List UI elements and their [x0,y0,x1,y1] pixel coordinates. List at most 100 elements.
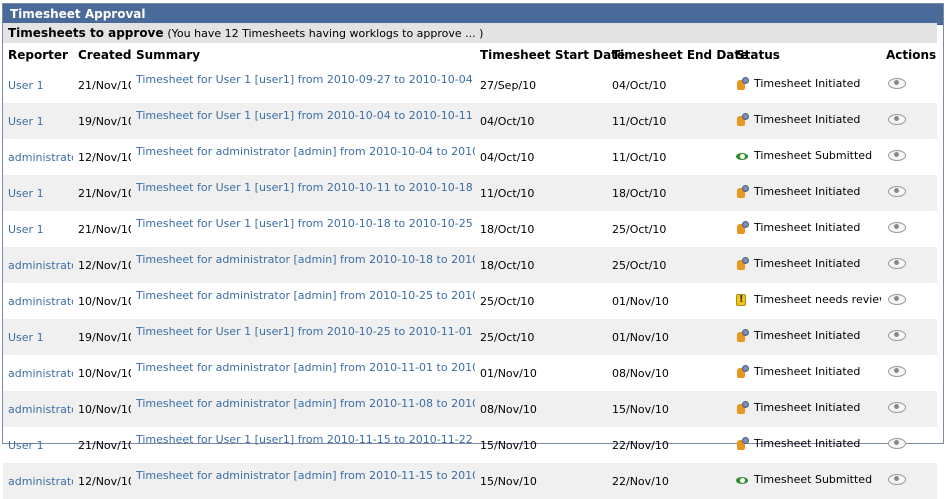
reporter-cell: administrator [3,247,73,283]
status-cell: Timesheet Initiated [731,175,881,211]
reporter-cell: User 1 [3,67,73,103]
end-date-cell: 22/Nov/10 [607,463,731,499]
col-header-actions: Actions [886,48,937,62]
end-date-cell: 08/Nov/10 [612,366,669,380]
table-row: administrator12/Nov/10 Timesheet for admi… [3,247,937,283]
start-date-cell: 08/Nov/10 [475,391,607,427]
table-row: User 1 21/Nov/10 Timesheet for User 1 [use… [3,175,937,211]
view-eye-icon[interactable] [888,222,906,233]
actions-cell [881,283,937,319]
reporter-link[interactable]: administrator [8,295,73,308]
view-eye-icon[interactable] [888,366,906,377]
view-eye-icon[interactable] [888,330,906,341]
end-date-cell: 01/Nov/10 [607,319,731,355]
view-eye-icon[interactable] [888,150,906,161]
col-header-summary[interactable]: Summary [131,43,475,67]
reporter-link[interactable]: User 1 [8,187,44,200]
reporter-link[interactable]: administrator [8,475,73,488]
created-cell: 10/Nov/10 [78,294,131,308]
view-eye-icon[interactable] [888,402,906,413]
view-eye-icon[interactable] [888,294,906,305]
reporter-link[interactable]: User 1 [8,115,44,128]
start-date-cell: 04/Oct/10 [475,103,607,139]
view-eye-icon[interactable] [888,114,906,125]
end-date-cell: 01/Nov/10 [612,294,669,308]
status-initiated-icon [736,220,750,235]
status-label: Timesheet Submitted [754,149,873,162]
summary-link[interactable]: Timesheet for User 1 [user1] from 2010-1… [136,217,473,230]
actions-cell [881,67,937,103]
start-date-cell: 15/Nov/10 [475,463,607,499]
reporter-link[interactable]: administrator [8,151,73,164]
reporter-link[interactable]: administrator [8,367,73,380]
reporter-link[interactable]: administrator [8,403,73,416]
summary-link[interactable]: Timesheet for administrator [admin] from… [136,253,475,266]
status-cell: Timesheet Initiated [731,103,881,139]
summary-cell: Timesheet for administrator [admin] from… [131,283,475,319]
reporter-link[interactable]: administrator [8,259,73,272]
summary-link[interactable]: Timesheet for User 1 [user1] from 2010-1… [136,433,473,446]
status-initiated-icon [736,364,750,379]
created-cell: 19/Nov/10 [73,319,131,355]
start-date-cell: 25/Oct/10 [475,319,607,355]
table-row: administrator 10/Nov/10 Timesheet for admi… [3,283,937,319]
table-row: administrator 12/Nov/10 Timesheet for admi… [3,139,937,175]
col-header-end-date[interactable]: Timesheet End Date [607,43,748,67]
created-cell: 10/Nov/10 [73,391,131,427]
col-header-reporter[interactable]: Reporter [3,43,73,67]
view-eye-icon[interactable] [888,258,906,269]
status-submitted-icon [736,149,750,163]
created-cell: 12/Nov/10 [73,247,131,283]
created-cell: 10/Nov/10 [78,366,131,380]
reporter-cell: administrator [3,463,73,499]
summary-cell: Timesheet for User 1 [user1] from 2010-0… [131,67,475,103]
start-date-cell: 18/Oct/10 [475,247,607,283]
summary-link[interactable]: Timesheet for administrator [admin] from… [136,289,475,302]
start-date-cell: 25/Oct/10 [480,294,535,308]
view-eye-icon[interactable] [888,186,906,197]
summary-cell: Timesheet for User 1 [user1] from 2010-1… [131,319,475,355]
status-label: Timesheet Initiated [754,365,861,378]
summary-link[interactable]: Timesheet for User 1 [user1] from 2010-1… [136,109,473,122]
status-label: Timesheet Initiated [754,257,861,270]
status-initiated-icon [736,256,750,271]
start-date-cell: 27/Sep/10 [480,78,537,92]
created-cell: 21/Nov/10 [78,438,131,452]
reporter-link[interactable]: User 1 [8,79,44,92]
status-review-icon [736,293,750,307]
summary-link[interactable]: Timesheet for User 1 [user1] from 2010-0… [136,73,473,86]
view-eye-icon[interactable] [888,438,906,449]
created-cell: 12/Nov/10 [78,150,131,164]
actions-cell [881,103,937,139]
created-cell: 21/Nov/10 [73,175,131,211]
view-eye-icon[interactable] [888,78,906,89]
reporter-link[interactable]: User 1 [8,223,44,236]
reporter-cell: User 1 [3,175,73,211]
summary-cell: Timesheet for administrator [admin] from… [131,247,475,283]
end-date-cell: 18/Oct/10 [607,175,731,211]
summary-link[interactable]: Timesheet for administrator [admin] from… [136,361,475,374]
start-date-cell: 11/Oct/10 [475,175,607,211]
end-date-cell: 04/Oct/10 [612,78,667,92]
reporter-link[interactable]: User 1 [8,439,44,452]
summary-link[interactable]: Timesheet for administrator [admin] from… [136,145,475,158]
view-eye-icon[interactable] [888,474,906,485]
start-date-cell: 04/Oct/10 [480,150,535,164]
col-header-status[interactable]: Status [731,43,881,67]
status-submitted-icon [736,473,750,487]
reporter-cell: User 1 [3,211,73,247]
reporter-cell: administrator [3,391,73,427]
status-cell: Timesheet Initiated [731,427,881,463]
reporter-link[interactable]: User 1 [8,331,44,344]
summary-link[interactable]: Timesheet for User 1 [user1] from 2010-1… [136,181,473,194]
col-header-start-date[interactable]: Timesheet Start Date [475,43,625,67]
status-label: Timesheet needs review [754,293,881,306]
subheader: Timesheets to approve (You have 12 Times… [3,23,937,43]
status-initiated-icon [736,400,750,415]
col-header-created[interactable]: Created [73,43,131,67]
summary-link[interactable]: Timesheet for administrator [admin] from… [136,469,475,482]
table-row: User 1 21/Nov/10 Timesheet for User 1 [use… [3,427,937,463]
summary-link[interactable]: Timesheet for User 1 [user1] from 2010-1… [136,325,473,338]
summary-link[interactable]: Timesheet for administrator [admin] from… [136,397,475,410]
reporter-cell: User 1 [3,103,73,139]
